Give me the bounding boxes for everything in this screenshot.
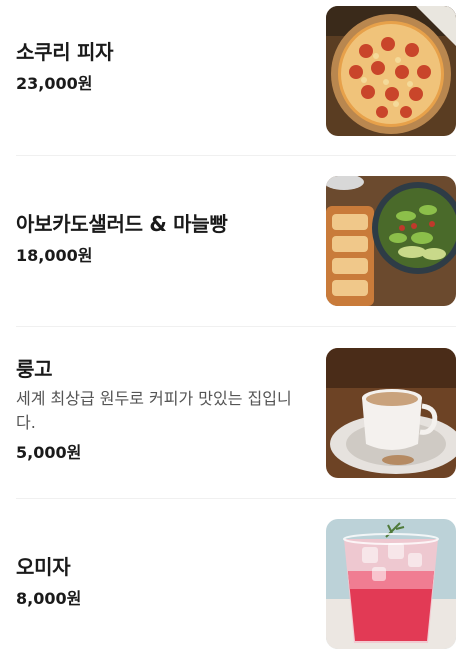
avocado-salad-image [326, 176, 456, 306]
menu-item-price: 5,000원 [16, 443, 82, 462]
menu-item-text: 아보카도샐러드 & 마늘빵 18,000원 [16, 210, 306, 268]
menu-item-price: 23,000원 [16, 74, 93, 93]
menu-item-avocado-salad[interactable]: 아보카도샐러드 & 마늘빵 18,000원 [0, 156, 462, 327]
menu-item-text: 소쿠리 피자 23,000원 [16, 38, 306, 96]
menu-list: 소쿠리 피자 23,000원 아보카도샐러드 & 마늘빵 18,000원 룽고 … [0, 0, 462, 665]
menu-item-text: 룽고 세계 최상급 원두로 커피가 맛있는 집입니다. 5,000원 [16, 355, 306, 465]
omija-drink-image [326, 519, 456, 649]
menu-item-omija[interactable]: 오미자 8,000원 [0, 499, 462, 665]
menu-item-price: 8,000원 [16, 589, 82, 608]
menu-item-name: 룽고 [16, 357, 53, 381]
menu-item-price: 18,000원 [16, 246, 93, 265]
menu-item-pizza[interactable]: 소쿠리 피자 23,000원 [0, 0, 462, 156]
coffee-cup-image [326, 348, 456, 478]
menu-item-lungo[interactable]: 룽고 세계 최상급 원두로 커피가 맛있는 집입니다. 5,000원 [0, 327, 462, 499]
menu-item-name: 아보카도샐러드 & 마늘빵 [16, 212, 228, 236]
menu-item-name: 오미자 [16, 555, 71, 579]
menu-item-text: 오미자 8,000원 [16, 553, 306, 611]
menu-item-description: 세계 최상급 원두로 커피가 맛있는 집입니다. [16, 389, 292, 432]
pizza-image [326, 6, 456, 136]
menu-item-name: 소쿠리 피자 [16, 40, 114, 64]
